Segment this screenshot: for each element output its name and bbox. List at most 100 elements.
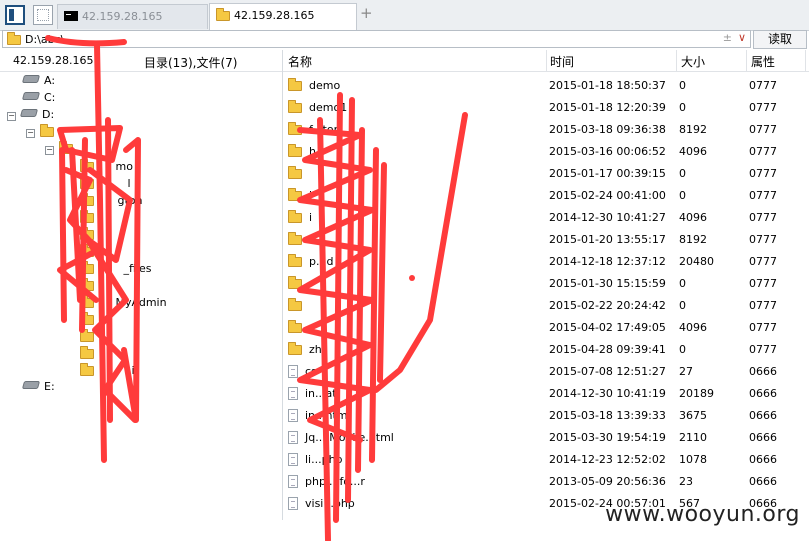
tree-folder[interactable] [80, 278, 94, 294]
tree-drive-d[interactable]: − D: [7, 107, 54, 123]
table-row[interactable]: i 2015-02-24 00:41:00 0 0777 [283, 185, 809, 207]
column-separator[interactable] [546, 50, 547, 71]
chevron-down-icon[interactable]: ∨ [738, 31, 746, 44]
folder-icon [288, 166, 302, 179]
folder-icon [80, 363, 94, 376]
table-row[interactable]: p...d 2014-12-18 12:37:12 20480 0777 [283, 251, 809, 273]
folder-icon [80, 176, 94, 189]
table-row[interactable]: demo 2015-01-18 18:50:37 0 0777 [283, 75, 809, 97]
read-button[interactable]: 读取 [753, 30, 807, 49]
watermark: www.wooyun.org [605, 502, 800, 527]
tree-folder[interactable]: i [80, 363, 135, 379]
tree-folder[interactable] [80, 312, 94, 328]
tree-folder[interactable]: gton [80, 193, 143, 209]
table-row[interactable]: h 2015-03-16 00:06:52 4096 0777 [283, 141, 809, 163]
tree-folder[interactable]: MyAdmin [80, 295, 167, 311]
tab-file-manager[interactable]: 42.159.28.165 [209, 3, 357, 30]
folder-icon [80, 244, 94, 257]
tree-folder[interactable]: mo [80, 159, 133, 175]
file-icon [288, 475, 298, 488]
table-row[interactable]: in...at 2014-12-30 10:41:19 20189 0666 [283, 383, 809, 405]
collapse-icon[interactable]: − [45, 146, 54, 155]
folder-icon [80, 295, 94, 308]
folder-icon [59, 141, 73, 154]
column-attr-header[interactable]: 属性 [751, 53, 775, 70]
folder-icon [7, 32, 21, 45]
table-row[interactable]: zh 2015-04-28 09:39:41 0 0777 [283, 339, 809, 361]
tree-folder[interactable]: − [26, 124, 54, 140]
tree-folder[interactable] [80, 329, 94, 345]
item-count: 目录(13),文件(7) [144, 56, 238, 70]
folder-icon [80, 227, 94, 240]
left-pane-header: 42.159.28.165 目录(13),文件(7) [0, 50, 282, 72]
folder-icon [80, 193, 94, 206]
column-separator[interactable] [676, 50, 677, 71]
folder-icon [80, 210, 94, 223]
path-controls[interactable]: ± ∨ [723, 31, 746, 44]
panel-toggle-button[interactable] [5, 5, 25, 25]
table-row[interactable]: f...ton 2015-03-18 09:36:38 8192 0777 [283, 119, 809, 141]
folder-icon [80, 329, 94, 342]
folder-icon [216, 8, 230, 21]
column-name-header[interactable]: 名称 [288, 53, 312, 70]
folder-icon [40, 124, 54, 137]
column-time-header[interactable]: 时间 [550, 53, 574, 70]
add-tab-button[interactable]: + [360, 6, 373, 21]
tree-folder[interactable]: _files [80, 261, 151, 277]
tree-folder[interactable]: l [80, 176, 131, 192]
table-row[interactable]: l 2015-01-20 13:55:17 8192 0777 [283, 229, 809, 251]
file-icon [288, 365, 298, 378]
table-row[interactable]: x 2015-04-02 17:49:05 4096 0777 [283, 317, 809, 339]
tree-drive-e[interactable]: E: [21, 379, 55, 395]
file-icon [288, 431, 298, 444]
tab-terminal[interactable]: 42.159.28.165 [57, 4, 208, 29]
table-row[interactable]: 2015-01-30 15:15:59 0 0777 [283, 273, 809, 295]
folder-icon [288, 100, 302, 113]
column-separator[interactable] [746, 50, 747, 71]
folder-icon [288, 144, 302, 157]
table-row[interactable]: phpi...fo...r 2013-05-09 20:56:36 23 0666 [283, 471, 809, 493]
file-icon [288, 497, 298, 510]
new-window-button[interactable] [33, 5, 53, 25]
path-text: D:\abc\ [25, 33, 65, 46]
folder-icon [80, 312, 94, 325]
folder-icon [288, 276, 302, 289]
drive-icon [21, 75, 41, 83]
table-row[interactable]: Jq... Mobile.html 2015-03-30 19:54:19 2110… [283, 427, 809, 449]
tree-folder[interactable] [80, 346, 94, 362]
column-size-header[interactable]: 大小 [681, 53, 705, 70]
collapse-icon[interactable]: − [7, 112, 16, 121]
file-icon [288, 409, 298, 422]
table-row[interactable]: li...php 2014-12-23 12:52:02 1078 0666 [283, 449, 809, 471]
folder-icon [80, 278, 94, 291]
folder-icon [288, 254, 302, 267]
file-list-header: 名称 时间 大小 属性 [283, 50, 809, 72]
table-row[interactable]: demo1 2015-01-18 12:20:39 0 0777 [283, 97, 809, 119]
table-row[interactable]: in...html 2015-03-18 13:39:33 3675 0666 [283, 405, 809, 427]
tree-folder[interactable] [80, 210, 94, 226]
tree-folder[interactable] [80, 244, 94, 260]
tree-folder[interactable]: − [45, 141, 73, 157]
tree-drive-a[interactable]: A: [21, 73, 55, 89]
path-input[interactable]: D:\abc\ ± ∨ [2, 30, 751, 48]
folder-icon [288, 342, 302, 355]
collapse-icon[interactable]: − [26, 129, 35, 138]
folder-icon [288, 232, 302, 245]
tree-folder[interactable] [80, 227, 94, 243]
drive-icon [21, 92, 41, 100]
terminal-icon [64, 11, 78, 21]
folder-icon [80, 346, 94, 359]
column-separator[interactable] [805, 50, 806, 71]
table-row[interactable]: 2015-02-22 20:24:42 0 0777 [283, 295, 809, 317]
table-row[interactable]: i 2014-12-30 10:41:27 4096 0777 [283, 207, 809, 229]
folder-icon [288, 320, 302, 333]
table-row[interactable]: cs 2015-07-08 12:51:27 27 0666 [283, 361, 809, 383]
folder-icon [288, 122, 302, 135]
drive-icon [19, 109, 39, 117]
folder-icon [80, 159, 94, 172]
table-row[interactable]: 2015-01-17 00:39:15 0 0777 [283, 163, 809, 185]
folder-icon [288, 78, 302, 91]
tree-drive-c[interactable]: C: [21, 90, 55, 106]
folder-icon [288, 188, 302, 201]
tab-bar: 42.159.28.165 42.159.28.165 + [0, 0, 809, 31]
